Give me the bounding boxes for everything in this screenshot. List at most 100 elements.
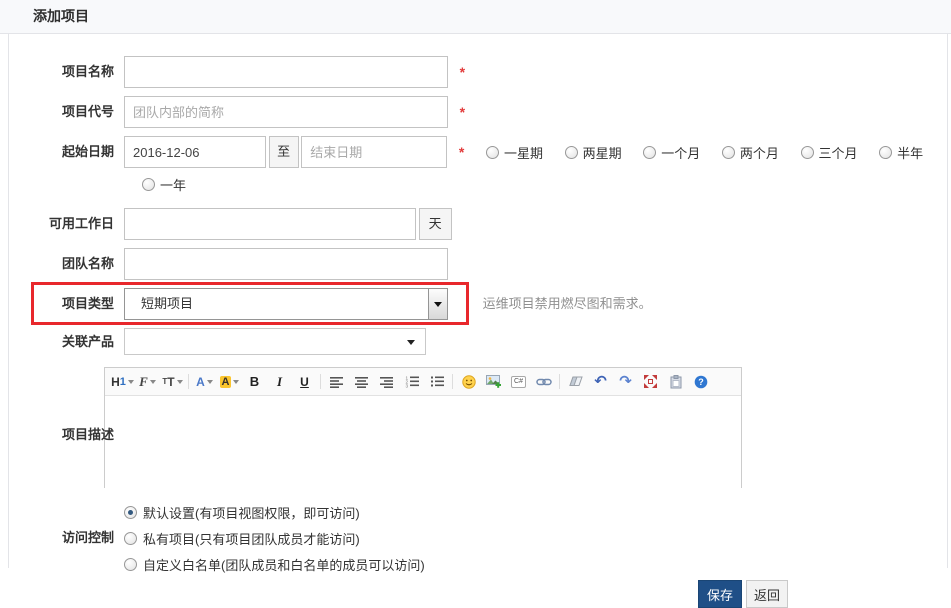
font-size-icon[interactable]: TT bbox=[160, 370, 185, 394]
acl-radio-default[interactable]: 默认设置(有项目视图权限，即可访问) bbox=[124, 501, 947, 523]
svg-text:3: 3 bbox=[405, 383, 408, 388]
description-label: 项目描述 bbox=[61, 427, 114, 442]
radio-circle-icon bbox=[721, 145, 735, 159]
products-row: 关联产品 bbox=[9, 328, 947, 355]
project-code-row: 项目代号 * bbox=[9, 96, 947, 128]
access-control-row: 访问控制 默认设置(有项目视图权限，即可访问) 私有项目(只有项目团队成员才能访… bbox=[9, 501, 947, 575]
editor-toolbar: H1 F TT A A B I U 123 C# ↶ ↷ ? bbox=[105, 368, 741, 396]
rich-text-editor: H1 F TT A A B I U 123 C# ↶ ↷ ? bbox=[104, 367, 742, 488]
project-type-select[interactable]: 短期项目 bbox=[124, 288, 448, 320]
fullscreen-icon[interactable] bbox=[638, 370, 663, 394]
duration-radio-half-year[interactable]: 半年 bbox=[879, 136, 923, 168]
duration-option-label: 一星期 bbox=[503, 145, 543, 161]
project-name-input[interactable] bbox=[124, 56, 448, 88]
page-header: 添加项目 bbox=[0, 0, 951, 34]
ordered-list-icon[interactable]: 123 bbox=[399, 370, 424, 394]
duration-radio-one-week[interactable]: 一星期 bbox=[485, 136, 543, 168]
products-dropdown[interactable] bbox=[124, 328, 426, 355]
project-code-label: 项目代号 bbox=[61, 104, 114, 119]
chevron-down-icon bbox=[434, 301, 442, 307]
duration-radio-two-weeks[interactable]: 两星期 bbox=[564, 136, 622, 168]
radio-circle-icon bbox=[879, 145, 893, 159]
toolbar-separator bbox=[452, 374, 453, 389]
align-right-icon[interactable] bbox=[374, 370, 399, 394]
underline-icon[interactable]: U bbox=[292, 370, 317, 394]
duration-radio-one-month[interactable]: 一个月 bbox=[643, 136, 700, 168]
code-icon[interactable]: C# bbox=[506, 370, 531, 394]
duration-option-label: 三个月 bbox=[818, 145, 858, 161]
italic-icon[interactable]: I bbox=[267, 370, 292, 394]
description-row: 项目描述 H1 F TT A A B I U 123 C# ↶ ↷ ? bbox=[9, 367, 947, 488]
svg-text:?: ? bbox=[698, 377, 704, 387]
toolbar-separator bbox=[320, 374, 321, 389]
duration-option-label: 半年 bbox=[897, 145, 924, 161]
emoji-icon[interactable] bbox=[456, 370, 481, 394]
date-to-addon: 至 bbox=[268, 136, 299, 168]
acl-radio-whitelist[interactable]: 自定义白名单(团队成员和白名单的成员可以访问) bbox=[124, 553, 947, 575]
duration-radio-three-months[interactable]: 三个月 bbox=[800, 136, 858, 168]
required-star: * bbox=[459, 64, 466, 80]
date-range-label: 起始日期 bbox=[61, 144, 114, 159]
duration-option-label: 一年 bbox=[160, 177, 187, 193]
select-arrow-button[interactable] bbox=[428, 289, 447, 319]
text-color-icon[interactable]: A bbox=[192, 370, 217, 394]
highlight-color-icon[interactable]: A bbox=[217, 370, 242, 394]
workdays-label: 可用工作日 bbox=[48, 216, 114, 231]
acl-radio-private[interactable]: 私有项目(只有项目团队成员才能访问) bbox=[124, 527, 947, 549]
toolbar-separator bbox=[559, 374, 560, 389]
required-star: * bbox=[459, 104, 466, 120]
project-type-label: 项目类型 bbox=[61, 296, 114, 311]
workdays-input[interactable] bbox=[124, 208, 416, 240]
acl-option-label: 私有项目(只有项目团队成员才能访问) bbox=[143, 531, 360, 547]
help-icon[interactable]: ? bbox=[688, 370, 713, 394]
form-actions: 保存 返回 bbox=[698, 580, 947, 608]
radio-circle-icon bbox=[485, 145, 499, 159]
heading-icon[interactable]: H1 bbox=[110, 370, 135, 394]
project-type-value: 短期项目 bbox=[141, 296, 194, 311]
redo-icon[interactable]: ↷ bbox=[613, 370, 638, 394]
duration-option-label: 两星期 bbox=[582, 145, 622, 161]
unordered-list-icon[interactable] bbox=[424, 370, 449, 394]
insert-image-icon[interactable] bbox=[481, 370, 506, 394]
end-date-input[interactable] bbox=[301, 136, 448, 168]
duration-radio-one-year[interactable]: 一年 bbox=[142, 168, 186, 200]
project-code-input[interactable] bbox=[124, 96, 448, 128]
align-center-icon[interactable] bbox=[349, 370, 374, 394]
link-icon[interactable] bbox=[531, 370, 556, 394]
workdays-unit-addon: 天 bbox=[418, 208, 452, 240]
toolbar-separator bbox=[188, 374, 189, 389]
duration-radio-two-months[interactable]: 两个月 bbox=[721, 136, 779, 168]
radio-circle-icon bbox=[564, 145, 578, 159]
undo-icon[interactable]: ↶ bbox=[588, 370, 613, 394]
save-button[interactable]: 保存 bbox=[698, 580, 742, 608]
acl-option-label: 自定义白名单(团队成员和白名单的成员可以访问) bbox=[143, 557, 425, 573]
add-project-form-panel: 项目名称 * 项目代号 * 起始日期 至 * 一星期 两星期 一个月 两个月 bbox=[8, 34, 948, 608]
radio-circle-icon bbox=[643, 145, 657, 159]
radio-checked-icon bbox=[124, 505, 137, 519]
font-family-icon[interactable]: F bbox=[135, 370, 160, 394]
align-left-icon[interactable] bbox=[324, 370, 349, 394]
team-name-row: 团队名称 bbox=[9, 248, 947, 280]
back-button[interactable]: 返回 bbox=[746, 580, 788, 608]
bold-icon[interactable]: B bbox=[242, 370, 267, 394]
project-type-hint: 运维项目禁用燃尽图和需求。 bbox=[482, 296, 652, 311]
workdays-row: 可用工作日 天 bbox=[9, 208, 947, 240]
team-name-label: 团队名称 bbox=[61, 256, 114, 271]
radio-circle-icon bbox=[124, 531, 137, 545]
radio-circle-icon bbox=[124, 557, 137, 571]
project-name-row: 项目名称 * bbox=[9, 56, 947, 88]
remove-format-icon[interactable] bbox=[563, 370, 588, 394]
page-title: 添加项目 bbox=[33, 8, 89, 24]
team-name-input[interactable] bbox=[124, 248, 448, 280]
duration-option-label: 一个月 bbox=[661, 145, 701, 161]
products-label: 关联产品 bbox=[61, 334, 114, 349]
required-star: * bbox=[458, 144, 465, 160]
date-range-row: 起始日期 至 * 一星期 两星期 一个月 两个月 三个月 半年 bbox=[9, 136, 947, 200]
chevron-down-icon bbox=[407, 340, 415, 345]
project-type-row: 项目类型 短期项目 运维项目禁用燃尽图和需求。 bbox=[9, 282, 947, 325]
description-edit-area[interactable] bbox=[105, 396, 741, 488]
acl-option-label: 默认设置(有项目视图权限，即可访问) bbox=[143, 505, 360, 521]
paste-icon[interactable] bbox=[663, 370, 688, 394]
radio-circle-icon bbox=[142, 177, 155, 191]
begin-date-input[interactable] bbox=[124, 136, 266, 168]
